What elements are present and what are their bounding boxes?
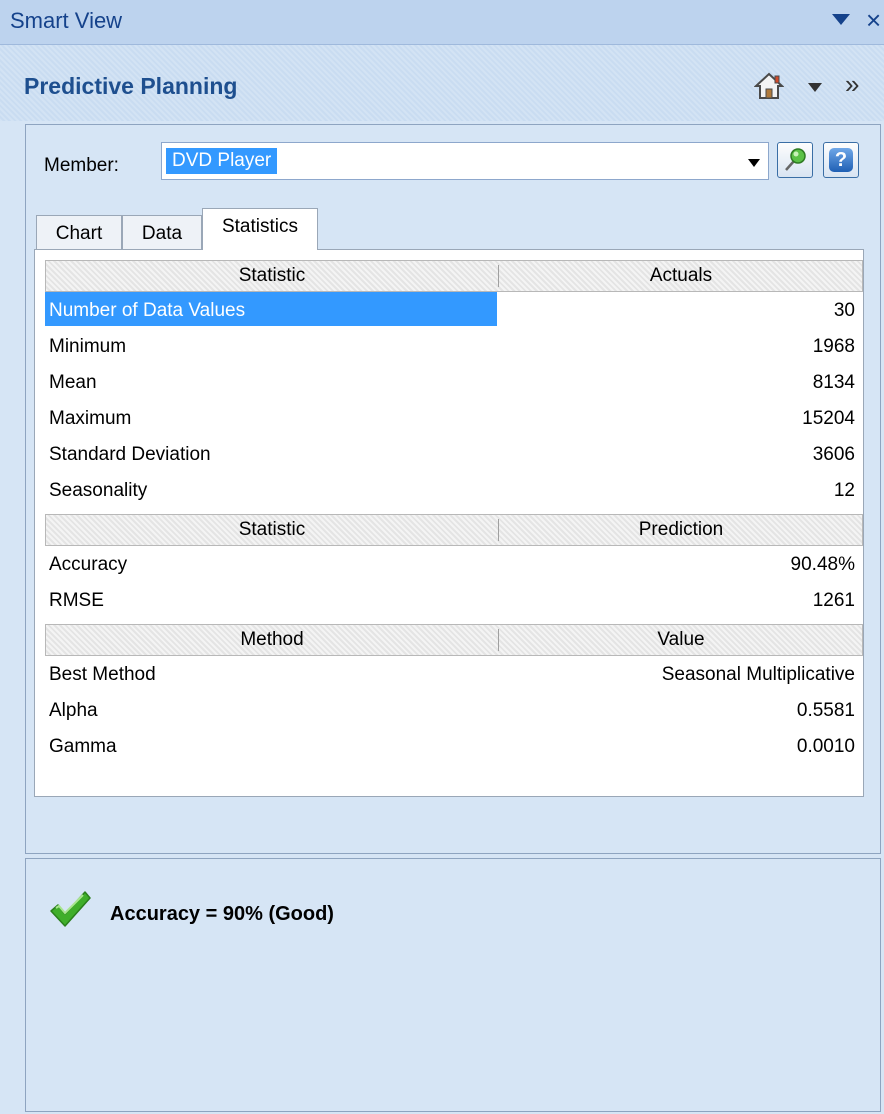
table-row[interactable]: Number of Data Values 30 [45,292,863,328]
column-header[interactable]: Method [46,629,498,651]
tab-data[interactable]: Data [122,215,202,249]
home-icon[interactable] [754,71,784,101]
row-label: Maximum [49,408,132,429]
table-row[interactable]: Accuracy 90.48% [45,546,863,582]
row-value: Seasonal Multiplicative [661,664,855,685]
member-label: Member: [44,155,119,176]
row-value: 0.5581 [796,700,855,721]
row-label: Best Method [49,664,156,685]
panel-header: Predictive Planning » [0,45,884,121]
predictive-planning-panel: Member: DVD Player ? Chart Data Statisti… [25,124,881,854]
title-bar: Smart View × [0,0,884,45]
table-row[interactable]: Gamma 0.0010 [45,728,863,764]
row-label: Mean [49,372,97,393]
row-value: 15204 [802,408,855,429]
column-header[interactable]: Actuals [498,265,864,287]
column-header[interactable]: Statistic [46,519,498,541]
column-header[interactable]: Statistic [46,265,498,287]
tab-chart[interactable]: Chart [36,215,122,249]
row-value: 8134 [812,372,855,393]
chevron-down-icon[interactable] [808,83,822,92]
table-row[interactable]: Best Method Seasonal Multiplicative [45,656,863,692]
row-label: Gamma [49,736,117,757]
chevron-down-icon[interactable] [748,159,760,167]
row-label: Standard Deviation [49,444,211,465]
row-label: Alpha [49,700,98,721]
page-title: Predictive Planning [24,73,238,99]
member-select[interactable]: DVD Player [161,142,769,180]
column-header[interactable]: Value [498,629,864,651]
expand-icon[interactable]: » [845,70,859,98]
member-select-value: DVD Player [166,148,278,174]
pin-button[interactable] [777,142,813,178]
table-row[interactable]: RMSE 1261 [45,582,863,618]
accuracy-status: Accuracy = 90% (Good) [110,903,334,925]
row-value: 12 [833,480,855,501]
table-row[interactable]: Minimum 1968 [45,328,863,364]
help-icon: ? [829,148,853,172]
column-header[interactable]: Prediction [498,519,864,541]
table-row[interactable]: Maximum 15204 [45,400,863,436]
pin-icon [785,148,806,171]
table-row[interactable]: Alpha 0.5581 [45,692,863,728]
window-title: Smart View [10,8,123,33]
accuracy-panel: Accuracy = 90% (Good) [25,858,881,1112]
row-value: 3606 [812,444,855,465]
row-label: Number of Data Values [49,300,246,321]
row-label: RMSE [49,590,104,611]
row-label: Minimum [49,336,127,357]
row-label: Seasonality [49,480,148,501]
close-icon[interactable]: × [866,6,881,34]
row-value: 1968 [812,336,855,357]
help-button[interactable]: ? [823,142,859,178]
table-row[interactable]: Mean 8134 [45,364,863,400]
grid-header: Statistic Actuals [45,260,863,292]
tab-statistics[interactable]: Statistics [202,208,318,250]
row-value: 30 [833,300,855,321]
row-label: Accuracy [49,554,128,575]
row-value: 1261 [812,590,855,611]
table-row[interactable]: Seasonality 12 [45,472,863,508]
panel-menu-dropdown-icon[interactable] [832,14,850,25]
check-icon [50,891,91,927]
table-row[interactable]: Standard Deviation 3606 [45,436,863,472]
statistics-grid: Statistic Actuals Number of Data Values … [45,260,863,764]
row-value: 0.0010 [796,736,855,757]
grid-header: Statistic Prediction [45,514,863,546]
statistics-view: Statistic Actuals Number of Data Values … [34,249,864,797]
grid-header: Method Value [45,624,863,656]
row-value: 90.48% [790,554,855,575]
